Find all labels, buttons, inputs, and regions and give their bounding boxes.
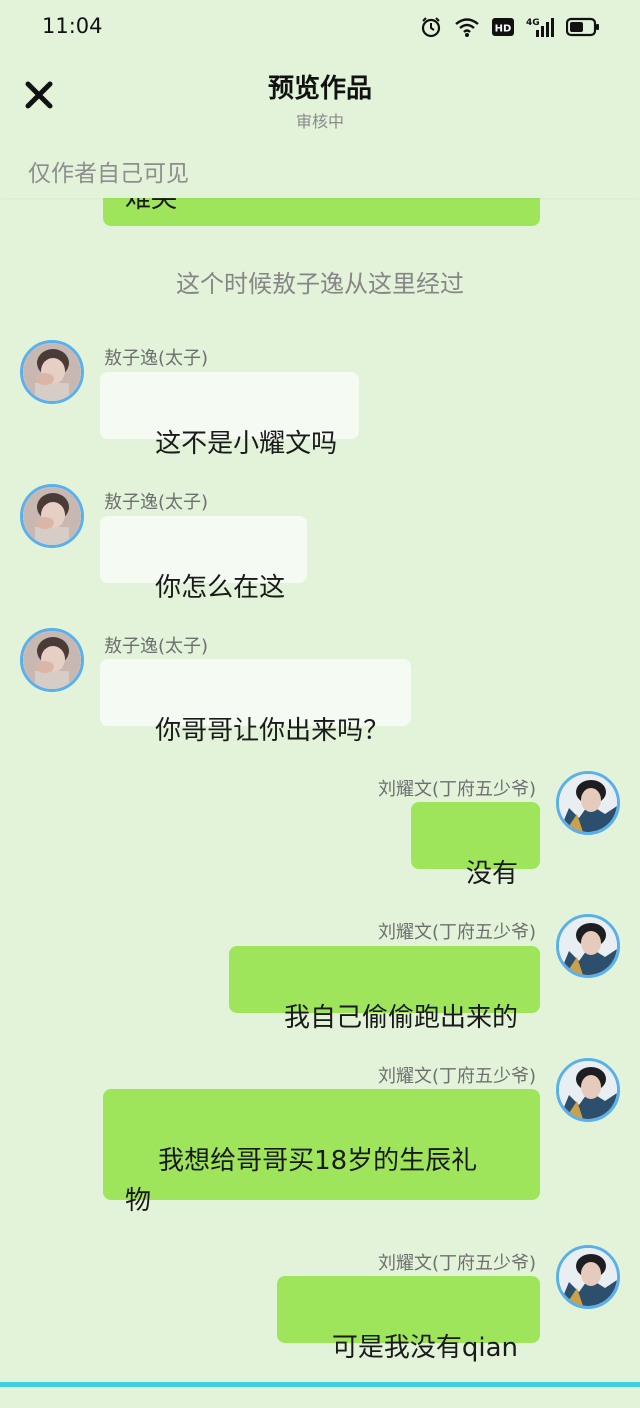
- chat-area[interactable]: 难哭 这个时候敖子逸从这里经过 敖子逸(太子) 这不是小耀文吗 敖子逸(太子) …: [0, 0, 640, 1387]
- avatar-liuyaowen-icon[interactable]: [556, 1245, 620, 1309]
- battery-icon: [566, 17, 600, 37]
- wifi-icon: [454, 16, 480, 38]
- message-text: 这不是小耀文吗: [155, 429, 338, 459]
- visibility-note: 仅作者自己可见: [28, 161, 189, 187]
- message-bubble[interactable]: 这不是小耀文吗: [100, 372, 360, 459]
- message-bubble[interactable]: 你怎么在这: [100, 516, 308, 603]
- message-text: 可是我没有qian: [331, 1333, 518, 1363]
- alarm-icon: [420, 16, 442, 38]
- sender-name: 敖子逸(太子): [104, 348, 209, 369]
- message-bubble[interactable]: 我自己偷偷跑出来的: [228, 946, 540, 1033]
- avatar-liuyaowen-icon[interactable]: [556, 914, 620, 978]
- hd-label: HD: [495, 24, 512, 35]
- message-text: 我自己偷偷跑出来的: [283, 1003, 518, 1033]
- network-label: 4G: [526, 18, 540, 28]
- bottom-accent-line: [0, 1382, 640, 1387]
- status-time: 11:04: [42, 14, 103, 38]
- narration-text: 这个时候敖子逸从这里经过: [176, 270, 464, 298]
- visibility-bar: 仅作者自己可见: [0, 146, 640, 198]
- avatar-aozi-icon[interactable]: [20, 628, 84, 692]
- signal-4g-icon: 4G: [526, 16, 554, 38]
- message-bubble[interactable]: 你哥哥让你出来吗？: [100, 659, 412, 746]
- message-text: 我想给哥哥买18岁的生辰礼 物: [125, 1146, 478, 1216]
- message-bubble[interactable]: 可是我没有qian: [276, 1276, 540, 1363]
- sender-name: 敖子逸(太子): [104, 636, 209, 657]
- sender-name: 刘耀文(丁府五少爷): [377, 1066, 536, 1087]
- avatar-aozi-icon[interactable]: [20, 340, 84, 404]
- preview-header: 预览作品 审核中: [0, 56, 640, 146]
- sender-name: 刘耀文(丁府五少爷): [377, 922, 536, 943]
- message-bubble[interactable]: 没有: [410, 802, 540, 889]
- sender-name: 刘耀文(丁府五少爷): [377, 1253, 536, 1274]
- avatar-aozi-icon[interactable]: [20, 484, 84, 548]
- message-bubble[interactable]: 我想给哥哥买18岁的生辰礼 物: [103, 1089, 540, 1216]
- page-title: 预览作品: [267, 74, 372, 104]
- sender-name: 刘耀文(丁府五少爷): [377, 779, 536, 800]
- message-text: 你哥哥让你出来吗？: [155, 716, 390, 746]
- review-status: 审核中: [295, 112, 344, 131]
- sender-name: 敖子逸(太子): [104, 492, 209, 513]
- avatar-liuyaowen-icon[interactable]: [556, 1058, 620, 1122]
- message-text: 没有: [465, 859, 518, 889]
- status-bar: 11:04 HD 4G: [0, 0, 640, 56]
- hd-icon: HD: [492, 17, 514, 37]
- status-icons: HD 4G: [420, 16, 600, 38]
- avatar-liuyaowen-icon[interactable]: [556, 771, 620, 835]
- message-text: 你怎么在这: [155, 573, 286, 603]
